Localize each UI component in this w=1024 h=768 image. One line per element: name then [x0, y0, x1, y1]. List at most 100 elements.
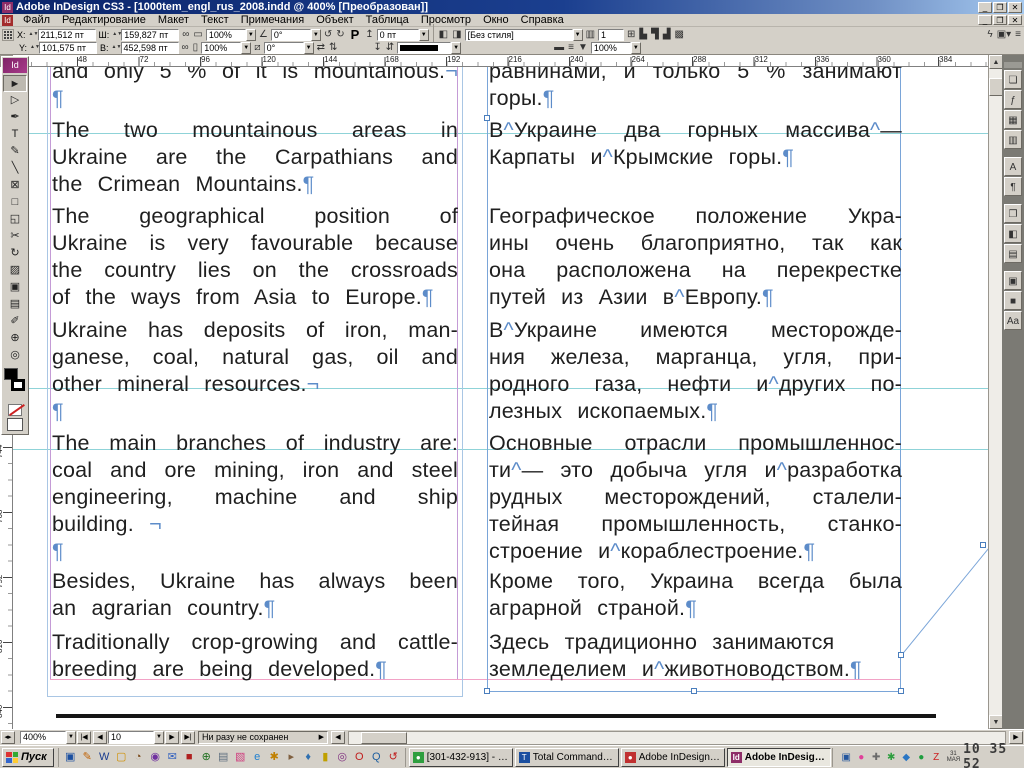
ql-globe-icon[interactable]: ⊕: [199, 750, 214, 765]
ql-star-icon[interactable]: ✱: [267, 750, 282, 765]
task-indesign-cs3[interactable]: IdAdobe InDesign CS3 -...: [726, 747, 831, 767]
shear-field[interactable]: 0°: [263, 41, 304, 54]
layers-panel-icon[interactable]: ◧: [1004, 224, 1022, 243]
menu-item-примечания[interactable]: Примечания: [235, 14, 311, 26]
width-stepper[interactable]: ▲▼: [112, 32, 122, 37]
scroll-up-button[interactable]: ▲: [989, 55, 1003, 69]
line-tool[interactable]: ╲: [3, 160, 27, 177]
frame-tool[interactable]: ⊠: [3, 177, 27, 194]
selection-tool[interactable]: ►: [3, 75, 27, 92]
rotation-combo[interactable]: 0° ▼: [270, 28, 321, 41]
swatches-panel-icon[interactable]: ▦: [1004, 110, 1022, 129]
vertical-scroll-thumb[interactable]: [989, 78, 1003, 96]
dropdown-arrow-icon[interactable]: ▼: [245, 28, 256, 41]
pages-panel-icon[interactable]: ❐: [1004, 204, 1022, 223]
ql-opera-icon[interactable]: O: [352, 750, 367, 765]
dropdown-arrow-icon[interactable]: ▼: [630, 41, 641, 54]
columns-count-field[interactable]: 1: [598, 28, 625, 41]
stroke-swatch[interactable]: [11, 379, 25, 391]
x-field[interactable]: 211,512 пт: [37, 28, 96, 41]
screen-mode-icon[interactable]: ▣▾: [996, 29, 1012, 40]
tray-icon-6[interactable]: ●: [915, 751, 928, 764]
doc-restore-button[interactable]: ❐: [993, 15, 1007, 25]
zoom-level-field[interactable]: 400%: [20, 731, 66, 744]
baseline-up-icon[interactable]: ↥: [364, 29, 374, 40]
scroll-down-button[interactable]: ▼: [989, 715, 1003, 729]
doc-minimize-button[interactable]: _: [978, 15, 992, 25]
prev-page-button[interactable]: ◀: [93, 731, 107, 744]
stroke-proxy-icon[interactable]: ◨: [451, 29, 462, 40]
page-dropdown-arrow[interactable]: ▼: [154, 731, 164, 744]
quick-apply-icon[interactable]: ϟ: [986, 29, 993, 40]
menu-item-макет[interactable]: Макет: [152, 14, 195, 26]
effects-panel-icon[interactable]: ❏: [1004, 70, 1022, 89]
height-field[interactable]: 452,598 пт: [120, 41, 179, 54]
link-icon[interactable]: ∞: [181, 42, 190, 53]
ql-save-icon[interactable]: ▣: [63, 750, 78, 765]
rotate-cw-icon[interactable]: ↻: [335, 29, 345, 40]
note-tool[interactable]: ▤: [3, 296, 27, 313]
ql-mail-icon[interactable]: ✉: [165, 750, 180, 765]
dropdown-arrow-icon[interactable]: ▼: [241, 41, 252, 54]
ql-word-icon[interactable]: W: [97, 750, 112, 765]
view-mode-button[interactable]: [7, 418, 23, 431]
tray-icon-5[interactable]: ◆: [900, 751, 913, 764]
ql-target-icon[interactable]: ◎: [335, 750, 350, 765]
library-panel-icon[interactable]: ▣: [1004, 271, 1022, 290]
stroke-weight-field[interactable]: [397, 41, 452, 54]
ql-quicktime-icon[interactable]: Q: [369, 750, 384, 765]
object-style-field[interactable]: [Без стиля]: [464, 28, 573, 41]
ql-image-icon[interactable]: ▧: [233, 750, 248, 765]
hand-tool[interactable]: ⊕: [3, 330, 27, 347]
selection-handle[interactable]: [980, 542, 986, 548]
scissors-tool[interactable]: ✂: [3, 228, 27, 245]
task-total-commander[interactable]: TTotal Commander 6.03 - ...: [514, 747, 619, 767]
opacity-combo[interactable]: 100% ▼: [590, 41, 641, 54]
horizontal-ruler[interactable]: 48 72 96 120 144 168 192 216 240 264 288 312 336 360 3…: [13, 55, 988, 67]
links-panel-icon[interactable]: ▤: [1004, 244, 1022, 263]
align-right-icon[interactable]: ▟: [662, 29, 672, 40]
reference-point-proxy[interactable]: [2, 28, 14, 41]
horizontal-scrollbar[interactable]: [348, 730, 1006, 745]
menu-item-окно[interactable]: Окно: [477, 14, 515, 26]
tray-icon-1[interactable]: ▣: [840, 751, 853, 764]
align-left-icon[interactable]: ▙: [638, 29, 648, 40]
wrap-icon[interactable]: ▩: [674, 29, 685, 40]
y-field[interactable]: 101,575 пт: [39, 41, 98, 54]
arrows2-icon[interactable]: ⇵: [385, 42, 395, 53]
dock-grabber[interactable]: [1004, 62, 1022, 68]
baseline-shift-combo[interactable]: 0 пт ▼: [376, 28, 429, 41]
shear-combo[interactable]: 0° ▼: [263, 41, 314, 54]
pen-tool[interactable]: ✒: [3, 109, 27, 126]
paragraph-panel-icon[interactable]: ¶: [1004, 177, 1022, 196]
gradient-tool[interactable]: ▨: [3, 262, 27, 279]
strike-icon[interactable]: ≡: [567, 42, 575, 53]
zoom-dropdown-arrow[interactable]: ▼: [66, 731, 76, 744]
direct-selection-tool[interactable]: ▷: [3, 92, 27, 109]
menu-item-таблица[interactable]: Таблица: [360, 14, 415, 26]
document-canvas[interactable]: and only 5 % of it is mountainous.¬ ¶ The …: [13, 67, 988, 729]
glyphs-panel-icon[interactable]: ƒ: [1004, 90, 1022, 109]
ql-plane-icon[interactable]: ▸: [284, 750, 299, 765]
dropdown-arrow-icon[interactable]: ▼: [572, 28, 583, 41]
dropdown-arrow-icon[interactable]: ▼: [418, 28, 429, 41]
arrows-icon[interactable]: ↧: [372, 42, 382, 53]
eyedropper-tool[interactable]: ✐: [3, 313, 27, 330]
character-panel-icon[interactable]: A: [1004, 157, 1022, 176]
menu-item-файл[interactable]: Файл: [17, 14, 56, 26]
fit-frame-icon[interactable]: ⊞: [626, 29, 636, 40]
rotation-field[interactable]: 0°: [270, 28, 311, 41]
save-status[interactable]: Ни разу не сохранен ▶: [198, 731, 328, 744]
ql-ie-icon[interactable]: e: [250, 750, 265, 765]
object-style-combo[interactable]: [Без стиля] ▼: [464, 28, 583, 41]
constrain-proportions-icon[interactable]: ∞: [181, 29, 190, 40]
task-indesign-forum[interactable]: ●Adobe InDesign - Форум...: [620, 747, 725, 767]
first-page-button[interactable]: |◀: [77, 731, 91, 744]
menu-item-редактирование[interactable]: Редактирование: [56, 14, 152, 26]
doc-close-button[interactable]: ✕: [1008, 15, 1022, 25]
flip-horizontal-icon[interactable]: ⇄: [316, 42, 326, 53]
ql-winamp-icon[interactable]: ▮: [318, 750, 333, 765]
menu-item-объект[interactable]: Объект: [310, 14, 359, 26]
zoom-icon[interactable]: ◂▸: [1, 731, 15, 744]
page-number-field[interactable]: 10: [108, 731, 154, 744]
